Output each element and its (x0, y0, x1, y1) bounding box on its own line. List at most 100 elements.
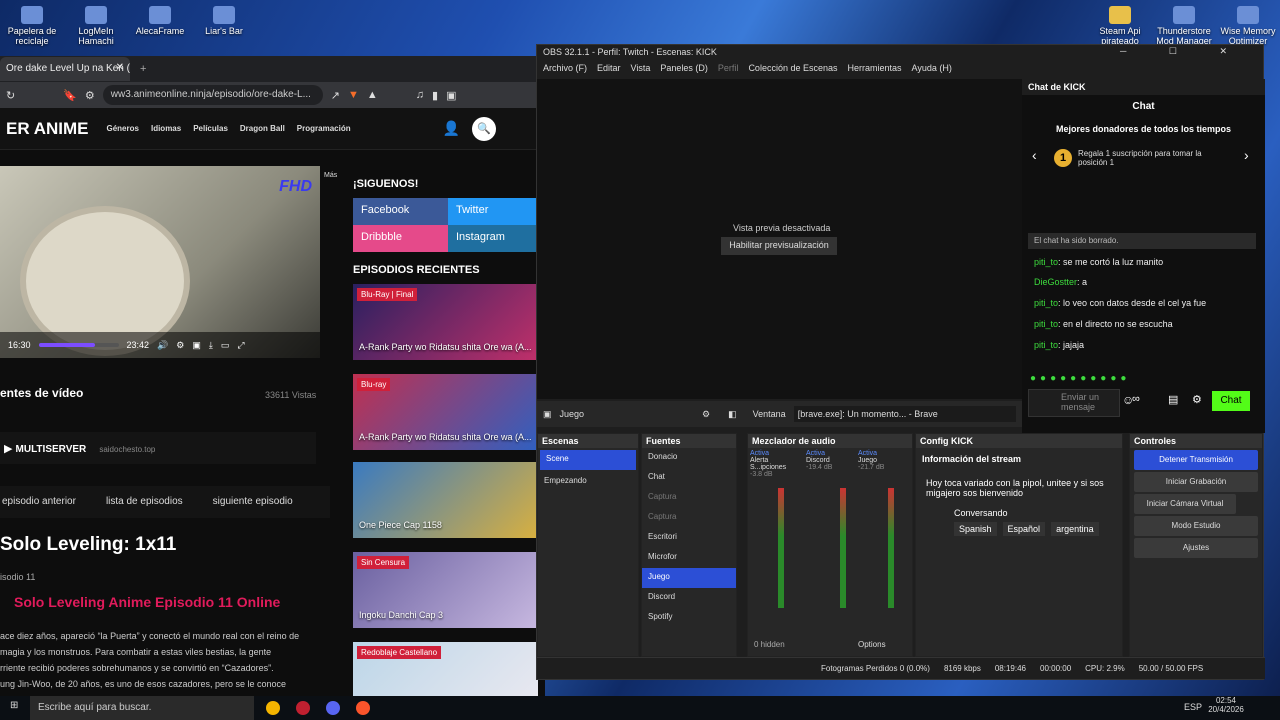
source-item[interactable]: Discord (642, 588, 736, 608)
address-bar[interactable]: ww3.animeonline.ninja/episodio/ore-dake-… (102, 85, 323, 105)
chat-input[interactable]: Enviar un mensaje (1028, 389, 1120, 417)
source-filters-icon[interactable]: ◧ (728, 409, 737, 420)
nav-peliculas[interactable]: Películas (193, 124, 228, 133)
user-icon[interactable]: 👤 (443, 120, 460, 137)
episode-list-link[interactable]: lista de episodios (106, 496, 183, 518)
source-item[interactable]: Spotify (642, 608, 736, 628)
chat-username[interactable]: DieGostter (1034, 277, 1077, 287)
menu-vista[interactable]: Vista (631, 63, 651, 77)
stop-stream-button[interactable]: Detener Transmisión (1134, 450, 1258, 470)
brave-icon[interactable] (356, 701, 370, 715)
enable-preview-button[interactable]: Habilitar previsualización (721, 237, 837, 255)
menu-editar[interactable]: Editar (597, 63, 621, 77)
taskbar-search[interactable]: Escribe aquí para buscar. (30, 696, 254, 720)
nav-idiomas[interactable]: Idiomas (151, 124, 181, 133)
start-virtual-camera-button[interactable]: Iniciar Cámara Virtual (1134, 494, 1236, 514)
desktop-icon-hamachi[interactable]: LogMeIn Hamachi (64, 6, 128, 46)
settings-icon[interactable]: ⚙ (176, 340, 184, 351)
clock[interactable]: 02:54 20/4/2026 (1206, 696, 1246, 714)
next-episode-link[interactable]: siguiente episodio (213, 496, 293, 518)
scene-item[interactable]: Scene (540, 450, 636, 470)
desktop-icon-liars-bar[interactable]: Liar's Bar (192, 6, 256, 36)
episode-card[interactable]: Blu-ray A-Rank Party wo Ridatsu shita Ore… (353, 374, 538, 450)
volume-icon[interactable]: 🔊 (157, 340, 168, 351)
share-icon[interactable]: ↗ (331, 89, 340, 102)
prev-episode-link[interactable]: episodio anterior (2, 496, 76, 518)
window-controls[interactable]: ─ ☐ ✕ (1120, 46, 1247, 57)
new-tab-icon[interactable]: + (140, 63, 146, 75)
scene-item[interactable]: Empezando (538, 472, 638, 492)
rewards-icon[interactable]: ▲ (367, 89, 378, 101)
episode-card[interactable]: Blu-Ray | Final A-Rank Party wo Ridatsu s… (353, 284, 538, 360)
bookmark-icon[interactable]: 🔖 (63, 89, 77, 102)
facebook-button[interactable]: Facebook (353, 198, 448, 225)
download-icon[interactable]: ⤓ (209, 340, 213, 351)
brave-shield-icon[interactable]: ▼ (348, 89, 359, 101)
reload-icon[interactable]: ↻ (6, 89, 15, 102)
instagram-button[interactable]: Instagram (448, 225, 543, 252)
server-row[interactable]: ▶ MULTISERVER saidochesto.top (0, 432, 316, 464)
source-item[interactable]: Donacio (642, 448, 736, 468)
episode-card[interactable]: Redoblaje Castellano (353, 642, 538, 696)
chat-username[interactable]: piti_to (1034, 340, 1058, 350)
source-item[interactable]: Microfor (642, 548, 736, 568)
source-item[interactable]: Juego (642, 568, 736, 588)
source-item[interactable]: Chat (642, 468, 736, 488)
browser-tab[interactable]: Ore dake Level Up na Ken (Sol✕ (0, 57, 130, 81)
menu-paneles[interactable]: Paneles (D) (660, 63, 708, 77)
source-properties-icon[interactable]: ⚙ (702, 409, 710, 420)
dribbble-button[interactable]: Dribbble (353, 225, 448, 252)
twitter-button[interactable]: Twitter (448, 198, 543, 225)
desktop-icon-wise-memory[interactable]: Wise Memory Optimizer (1216, 6, 1280, 46)
wallet-icon[interactable]: ▣ (446, 89, 456, 102)
source-item[interactable]: Escritori (642, 528, 736, 548)
nav-generos[interactable]: Géneros (107, 124, 139, 133)
media-icon[interactable]: ♫ (416, 89, 424, 101)
chrome-icon[interactable] (266, 701, 280, 715)
menu-archivo[interactable]: Archivo (F) (543, 63, 587, 77)
sidebar-icon[interactable]: ▮ (432, 89, 438, 102)
windows-start-icon[interactable]: ⊞ (10, 700, 18, 711)
search-icon[interactable]: 🔍 (472, 116, 497, 141)
menu-herramientas[interactable]: Herramientas (848, 63, 902, 77)
desktop-icon-alecaframe[interactable]: AlecaFrame (128, 6, 192, 36)
chat-username[interactable]: piti_to (1034, 257, 1058, 267)
pip-icon[interactable]: ▣ (192, 340, 201, 351)
desktop-icon-recycle-bin[interactable]: Papelera de reciclaje (0, 6, 64, 46)
chat-username[interactable]: piti_to (1034, 319, 1058, 329)
video-player[interactable]: FHD 16:30 23:42 🔊 ⚙ ▣ ⤓ ▭ ⤢ (0, 166, 320, 358)
gift-icon[interactable]: ▤ (1168, 393, 1178, 406)
chat-settings-icon[interactable]: ⚙ (1192, 393, 1202, 406)
menu-perfil[interactable]: Perfil (718, 63, 739, 77)
window-select[interactable]: [brave.exe]: Un momento... - Brave (793, 406, 1016, 422)
site-logo[interactable]: ER ANIME (6, 119, 89, 139)
users-icon[interactable]: ∞ (1132, 393, 1140, 405)
source-item[interactable]: Captura (642, 488, 736, 508)
source-item[interactable]: Captura (642, 508, 736, 528)
chat-username[interactable]: piti_to (1034, 298, 1058, 308)
settings-button[interactable]: Ajustes (1134, 538, 1258, 558)
desktop-icon-thunderstore[interactable]: Thunderstore Mod Manager (1152, 6, 1216, 46)
seek-bar[interactable] (38, 343, 119, 347)
close-tab-icon[interactable]: ✕ (116, 62, 124, 73)
language-indicator[interactable]: ESP (1184, 702, 1202, 712)
menu-ayuda[interactable]: Ayuda (H) (912, 63, 952, 77)
chevron-left-icon[interactable]: ‹ (1032, 147, 1037, 163)
menu-coleccion-escenas[interactable]: Colección de Escenas (748, 63, 837, 77)
more-menu[interactable]: Más (324, 172, 337, 179)
site-info-icon[interactable]: ⚙ (85, 89, 95, 102)
nav-dragon-ball[interactable]: Dragon Ball (240, 124, 285, 133)
studio-mode-button[interactable]: Modo Estudio (1134, 516, 1258, 536)
emote-bar[interactable]: ●●●●●●●●●● (1030, 373, 1200, 384)
chat-send-button[interactable]: Chat (1212, 391, 1250, 411)
discord-icon[interactable] (326, 701, 340, 715)
obs-icon[interactable] (296, 701, 310, 715)
desktop-icon-steam-api[interactable]: Steam Api pirateado (1088, 6, 1152, 46)
start-recording-button[interactable]: Iniciar Grabación (1134, 472, 1258, 492)
fullscreen-icon[interactable]: ⤢ (237, 340, 244, 351)
cast-icon[interactable]: ▭ (221, 340, 230, 351)
nav-programacion[interactable]: Programación (297, 124, 351, 133)
chevron-right-icon[interactable]: › (1244, 147, 1249, 163)
episode-card[interactable]: One Piece Cap 1158 (353, 462, 538, 538)
episode-card[interactable]: Sin Censura Ingoku Danchi Cap 3 (353, 552, 538, 628)
